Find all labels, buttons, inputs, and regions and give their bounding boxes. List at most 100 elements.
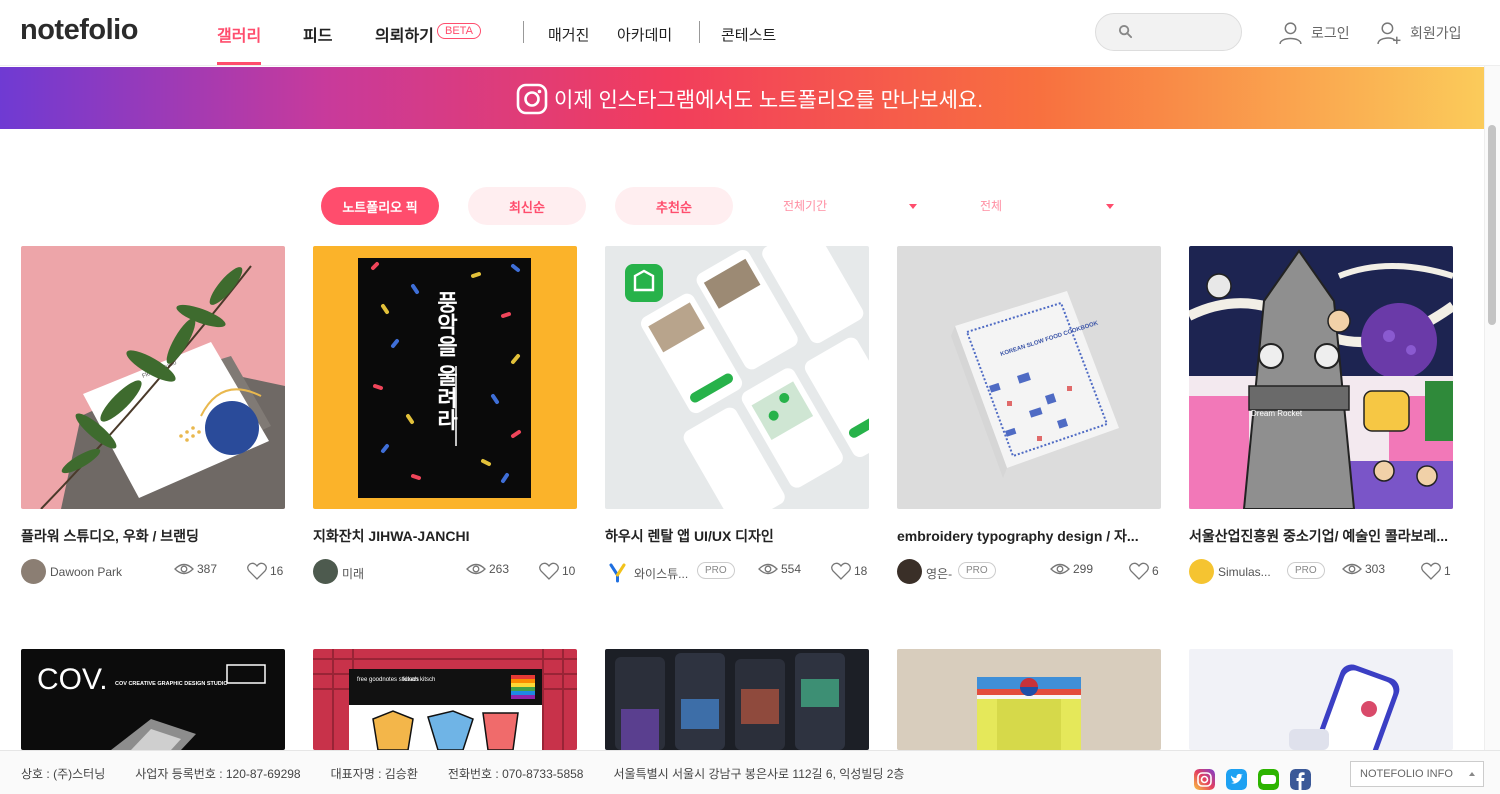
views-count: 387 <box>197 562 218 576</box>
likes-stat[interactable]: 10 <box>539 562 575 580</box>
card-title[interactable]: 플라워 스튜디오, 우화 / 브랜딩 <box>21 526 285 546</box>
card-thumbnail[interactable] <box>1189 649 1453 750</box>
notefolio-logo[interactable]: notefolio <box>20 14 138 47</box>
scrollbar-thumb[interactable] <box>1488 125 1496 325</box>
user-add-icon <box>1377 22 1401 45</box>
period-select[interactable]: 전체기간 <box>783 197 827 214</box>
instagram-icon[interactable] <box>1194 769 1215 790</box>
search-box[interactable] <box>1095 13 1242 51</box>
artwork-phone-mockup <box>1289 664 1400 750</box>
filter-recommended-button[interactable]: 추천순 <box>615 187 733 225</box>
card-thumbnail[interactable]: Dream Rocket <box>1189 246 1453 509</box>
nav-academy[interactable]: 아카데미 <box>617 24 672 45</box>
likes-stat[interactable]: 18 <box>831 562 867 580</box>
artwork-flower-branding: Flower Studio <box>40 265 285 509</box>
company-info: 상호 : (주)스터닝 사업자 등록번호 : 120-87-69298 대표자명… <box>21 765 934 782</box>
views-stat: 387 <box>174 562 217 576</box>
views-count: 263 <box>489 562 510 576</box>
signup-link[interactable]: 회원가입 <box>1377 20 1462 45</box>
views-stat: 299 <box>1050 562 1093 576</box>
notefolio-info-label: NOTEFOLIO INFO <box>1360 768 1453 780</box>
card-meta: Simulas... PRO 303 1 <box>1189 559 1453 585</box>
filter-pick-button[interactable]: 노트폴리오 픽 <box>321 187 439 225</box>
avatar[interactable] <box>1189 559 1214 584</box>
heart-icon[interactable] <box>247 562 267 580</box>
card-thumbnail[interactable] <box>605 246 869 509</box>
author-name[interactable]: 영은- <box>926 565 952 582</box>
footer-ceo: 대표자명 : 김승환 <box>330 767 418 781</box>
card-title[interactable]: embroidery typography design / 자... <box>897 526 1161 546</box>
nav-gallery[interactable]: 갤러리 <box>217 22 261 46</box>
poster-title: 풍악을 울려라 <box>433 291 458 431</box>
heart-icon[interactable] <box>831 562 851 580</box>
artwork-stickers: free goodnotes stickers kitsch kitsch <box>313 649 577 750</box>
avatar[interactable] <box>897 559 922 584</box>
search-input[interactable] <box>1138 22 1234 42</box>
period-chevron-down-icon[interactable] <box>909 204 917 209</box>
views-stat: 554 <box>758 562 801 576</box>
filter-latest-button[interactable]: 최신순 <box>468 187 586 225</box>
author-name[interactable]: Dawoon Park <box>50 565 122 579</box>
card-thumbnail[interactable]: KOREAN SLOW FOOD COOKBOOK <box>897 246 1161 509</box>
cov-sub-text: COV CREATIVE GRAPHIC DESIGN STUDIO <box>115 681 228 687</box>
twitter-icon[interactable] <box>1226 769 1247 790</box>
notefolio-info-button[interactable]: NOTEFOLIO INFO <box>1350 761 1484 787</box>
instagram-banner[interactable]: 이제 인스타그램에서도 노트폴리오를 만나보세요. <box>0 67 1484 129</box>
views-stat: 263 <box>466 562 509 576</box>
signup-label: 회원가입 <box>1410 24 1462 41</box>
card-title[interactable]: 서울산업진흥원 중소기업/ 예술인 콜라보레... <box>1189 526 1453 546</box>
avatar[interactable] <box>21 559 46 584</box>
card-thumbnail[interactable]: free goodnotes stickers kitsch kitsch <box>313 649 577 750</box>
top-header: notefolio 갤러리 피드 의뢰하기 BETA 매거진 아카데미 콘테스트… <box>0 0 1500 66</box>
card-thumbnail[interactable]: 풍악을 울려라 <box>313 246 577 509</box>
card-thumbnail[interactable]: Flower Studio <box>21 246 285 509</box>
blog-icon[interactable] <box>1258 769 1279 790</box>
artwork-app-screens <box>625 246 869 509</box>
nav-request[interactable]: 의뢰하기 <box>375 22 434 46</box>
category-select[interactable]: 전체 <box>980 197 1002 214</box>
heart-icon[interactable] <box>1129 562 1149 580</box>
avatar[interactable] <box>605 559 630 584</box>
artwork-dark-app <box>615 653 845 750</box>
likes-stat[interactable]: 16 <box>247 562 283 580</box>
banner-text: 이제 인스타그램에서도 노트폴리오를 만나보세요. <box>554 89 984 112</box>
card-thumbnail[interactable] <box>897 649 1161 750</box>
heart-icon[interactable] <box>1421 562 1441 580</box>
category-chevron-down-icon[interactable] <box>1106 204 1114 209</box>
pro-badge: PRO <box>1287 562 1325 579</box>
footer: 상호 : (주)스터닝 사업자 등록번호 : 120-87-69298 대표자명… <box>0 750 1500 794</box>
artwork-cov-studio: COV. COV CREATIVE GRAPHIC DESIGN STUDIO <box>37 663 266 750</box>
nav-active-indicator <box>217 62 261 65</box>
card-thumbnail[interactable]: COV. COV CREATIVE GRAPHIC DESIGN STUDIO <box>21 649 285 750</box>
nav-contest[interactable]: 콘테스트 <box>721 24 776 45</box>
stickers-text-b: kitsch kitsch <box>403 677 435 683</box>
rocket-label: Dream Rocket <box>1251 409 1303 418</box>
cov-logo-text: COV. <box>37 663 108 696</box>
avatar[interactable] <box>313 559 338 584</box>
banner-content: 이제 인스타그램에서도 노트폴리오를 만나보세요. <box>516 83 983 115</box>
card-title[interactable]: 지화잔치 JIHWA-JANCHI <box>313 526 577 546</box>
heart-icon[interactable] <box>539 562 559 580</box>
pro-badge: PRO <box>697 562 735 579</box>
card-thumbnail[interactable] <box>605 649 869 750</box>
likes-stat[interactable]: 6 <box>1129 562 1159 580</box>
user-icon <box>1279 22 1302 45</box>
artwork-poster: 풍악을 울려라 <box>358 258 531 498</box>
nav-magazine[interactable]: 매거진 <box>548 24 589 45</box>
facebook-icon[interactable] <box>1290 769 1311 790</box>
nav-feed[interactable]: 피드 <box>303 22 332 46</box>
search-icon[interactable] <box>1118 24 1133 39</box>
eye-icon <box>1050 563 1070 575</box>
card-title[interactable]: 하우시 렌탈 앱 UI/UX 디자인 <box>605 526 869 546</box>
footer-phone: 전화번호 : 070-8733-5858 <box>447 767 584 781</box>
likes-stat[interactable]: 1 <box>1421 562 1451 580</box>
author-name[interactable]: 와이스튜... <box>634 565 688 582</box>
likes-count: 10 <box>562 564 576 578</box>
author-name[interactable]: Simulas... <box>1218 565 1271 579</box>
login-link[interactable]: 로그인 <box>1278 20 1350 45</box>
chevron-up-icon <box>1469 772 1475 776</box>
views-stat: 303 <box>1342 562 1385 576</box>
author-name[interactable]: 미래 <box>342 565 364 582</box>
views-count: 554 <box>781 562 802 576</box>
likes-count: 18 <box>854 564 868 578</box>
